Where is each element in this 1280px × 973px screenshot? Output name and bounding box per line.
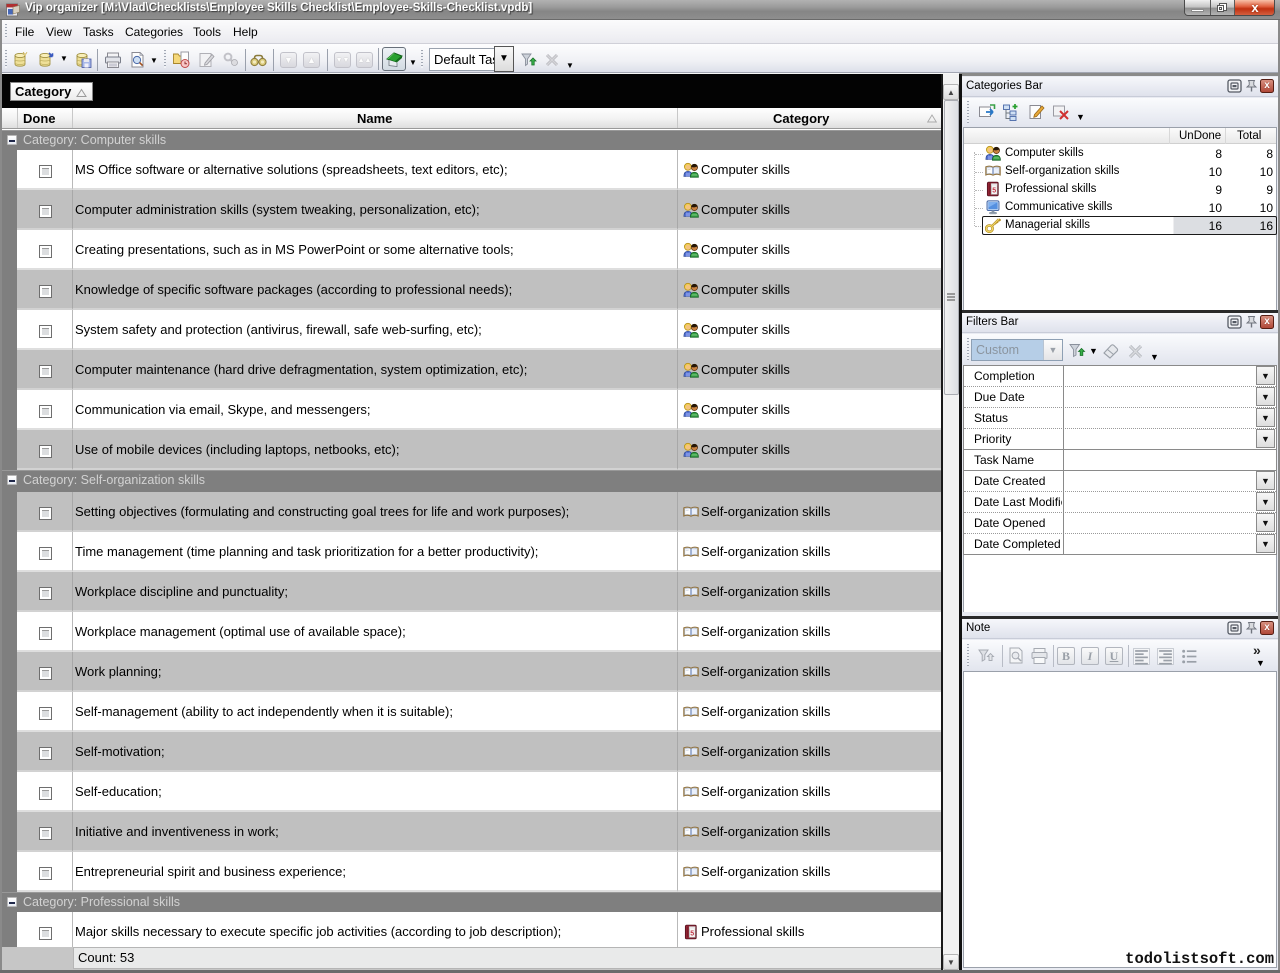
- svg-text:5: 5: [992, 187, 996, 194]
- svg-text:5: 5: [690, 930, 694, 937]
